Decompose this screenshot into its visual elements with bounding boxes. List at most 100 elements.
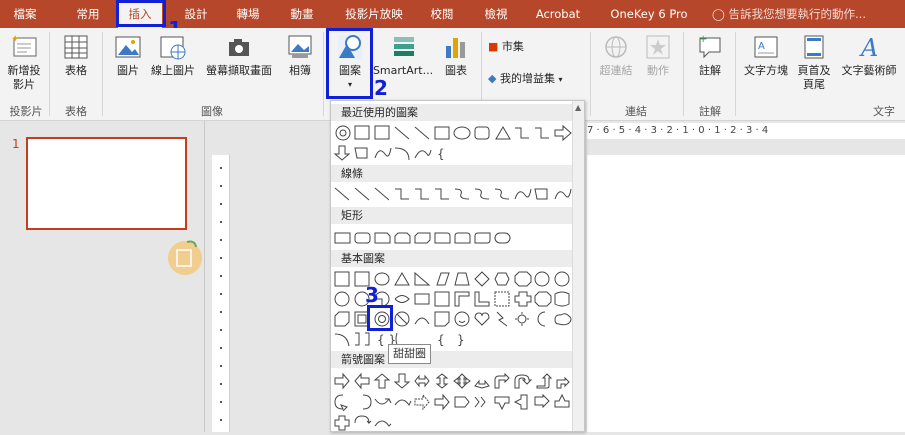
- group-label-tables: 表格: [65, 105, 87, 118]
- tab-view[interactable]: 檢視: [476, 0, 516, 28]
- svg-text:+: +: [699, 34, 707, 45]
- my-addins-button[interactable]: ◆ 我的增益集 ▾: [488, 72, 562, 88]
- tab-animations[interactable]: 動畫: [282, 0, 322, 28]
- donut-tooltip: 甜甜圈: [388, 344, 431, 364]
- recent-shapes-row[interactable]: [333, 124, 575, 142]
- online-picture-button[interactable]: 線上圖片: [148, 32, 198, 78]
- tab-review[interactable]: 校閱: [422, 0, 462, 28]
- slide-number: 1: [12, 137, 20, 151]
- group-divider: [49, 32, 50, 116]
- addins-icon: ◆: [488, 72, 497, 85]
- tab-home[interactable]: 常用: [68, 0, 108, 28]
- screenshot-icon: [229, 39, 249, 56]
- group-label-images: 圖像: [201, 105, 223, 118]
- section-rectangles: 矩形: [331, 207, 573, 224]
- lightbulb-icon: ◯: [712, 7, 725, 21]
- store-icon: ■: [488, 40, 499, 53]
- new-slide-button[interactable]: ✦ 新增投影片: [4, 32, 44, 92]
- rectangle-shapes-row[interactable]: [333, 229, 575, 247]
- online-picture-label: 線上圖片: [151, 64, 195, 77]
- scroll-up-icon[interactable]: ▲: [575, 103, 581, 112]
- step-3-highlight: [367, 305, 393, 331]
- album-icon: [288, 35, 312, 58]
- picture-label: 圖片: [117, 64, 139, 77]
- group-label-text: 文字: [873, 105, 895, 118]
- header-footer-label: 頁首及頁尾: [797, 64, 831, 91]
- group-divider: [323, 32, 324, 116]
- vertical-ruler: [212, 155, 230, 432]
- smartart-icon: [394, 37, 414, 56]
- comment-button[interactable]: + 註解: [690, 32, 730, 78]
- picture-icon: [115, 36, 141, 58]
- screenshot-button[interactable]: 螢幕擷取畫面: [202, 32, 276, 78]
- chart-label: 圖表: [445, 64, 467, 77]
- group-label-slides: 投影片: [9, 105, 43, 118]
- basic-shapes-row-4[interactable]: { } { }: [333, 330, 575, 348]
- header-footer-button[interactable]: 頁首及頁尾: [794, 32, 834, 92]
- tab-slideshow[interactable]: 投影片放映: [336, 0, 412, 28]
- action-button[interactable]: 動作: [640, 32, 676, 78]
- svg-text:}: }: [457, 333, 465, 347]
- textbox-button[interactable]: A 文字方塊: [740, 32, 792, 78]
- watermark-logo: [168, 240, 202, 275]
- step-3-label: 3: [365, 283, 379, 307]
- table-button[interactable]: 表格: [56, 32, 96, 78]
- group-divider: [683, 32, 684, 116]
- group-label-links: 連結: [625, 105, 647, 118]
- album-label: 相簿: [289, 64, 311, 77]
- chart-button[interactable]: 圖表: [436, 32, 476, 78]
- wordart-icon: A: [859, 34, 878, 62]
- section-recent: 最近使用的圖案: [331, 104, 573, 121]
- tab-file[interactable]: 檔案: [0, 0, 50, 28]
- textbox-icon: A: [754, 36, 778, 58]
- step-2-label: 2: [374, 76, 388, 100]
- textbox-label: 文字方塊: [744, 64, 788, 77]
- picture-button[interactable]: 圖片: [108, 32, 148, 78]
- slide-canvas[interactable]: [587, 155, 905, 432]
- slide-thumbnail[interactable]: [26, 137, 187, 230]
- group-divider: [735, 32, 736, 116]
- svg-text:A: A: [859, 34, 878, 62]
- svg-text:✦: ✦: [11, 34, 19, 45]
- comment-label: 註解: [699, 64, 721, 77]
- line-shapes-row[interactable]: [333, 185, 575, 203]
- svg-text:{: {: [437, 147, 445, 161]
- recent-shapes-row-2[interactable]: {: [333, 144, 575, 162]
- smartart-button[interactable]: SmartArt...: [372, 32, 434, 78]
- section-lines: 線條: [331, 165, 573, 182]
- chart-icon: [446, 38, 465, 58]
- tab-onekey[interactable]: OneKey 6 Pro: [604, 0, 694, 28]
- tab-design[interactable]: 設計: [176, 0, 216, 28]
- arrow-shapes-row-1[interactable]: [333, 372, 575, 390]
- action-label: 動作: [647, 64, 669, 77]
- my-addins-label: 我的增益集: [499, 72, 555, 85]
- gallery-scrollbar[interactable]: ▲: [572, 101, 584, 431]
- step-2-highlight: [326, 28, 373, 99]
- tab-acrobat[interactable]: Acrobat: [530, 0, 586, 28]
- store-label: 市集: [501, 40, 524, 53]
- tab-transitions[interactable]: 轉場: [228, 0, 268, 28]
- header-footer-icon: [804, 35, 824, 59]
- group-label-comments: 註解: [699, 105, 721, 118]
- step-1-highlight: [116, 0, 166, 27]
- chevron-down-icon: ▾: [558, 75, 563, 84]
- tell-me-box[interactable]: ◯ 告訴我您想要執行的動作...: [712, 0, 866, 28]
- new-slide-label: 新增投影片: [7, 64, 41, 91]
- comment-icon: +: [699, 34, 721, 59]
- section-basic-shapes: 基本圖案: [331, 250, 573, 267]
- shapes-gallery: 最近使用的圖案 { 線條 矩形 基本圖案 {} {} 箭號圖案 ▲: [330, 100, 585, 432]
- album-button[interactable]: 相簿: [280, 32, 320, 78]
- online-picture-icon: [160, 36, 186, 60]
- hyperlink-label: 超連結: [599, 64, 633, 77]
- table-icon: [64, 35, 88, 59]
- hyperlink-button[interactable]: 超連結: [596, 32, 636, 78]
- section-arrows: 箭號圖案: [331, 351, 573, 368]
- globe-link-icon: [605, 36, 627, 58]
- arrow-shapes-row-2[interactable]: [333, 393, 575, 411]
- arrow-shapes-row-3[interactable]: [333, 414, 575, 432]
- store-button[interactable]: ■ 市集: [488, 40, 524, 56]
- wordart-label: 文字藝術師: [841, 64, 897, 77]
- table-label: 表格: [65, 64, 87, 77]
- wordart-button[interactable]: A 文字藝術師: [836, 32, 902, 78]
- horizontal-ruler: 7 · 6 · 5 · 4 · 3 · 2 · 1 · 0 · 1 · 2 · …: [587, 123, 905, 139]
